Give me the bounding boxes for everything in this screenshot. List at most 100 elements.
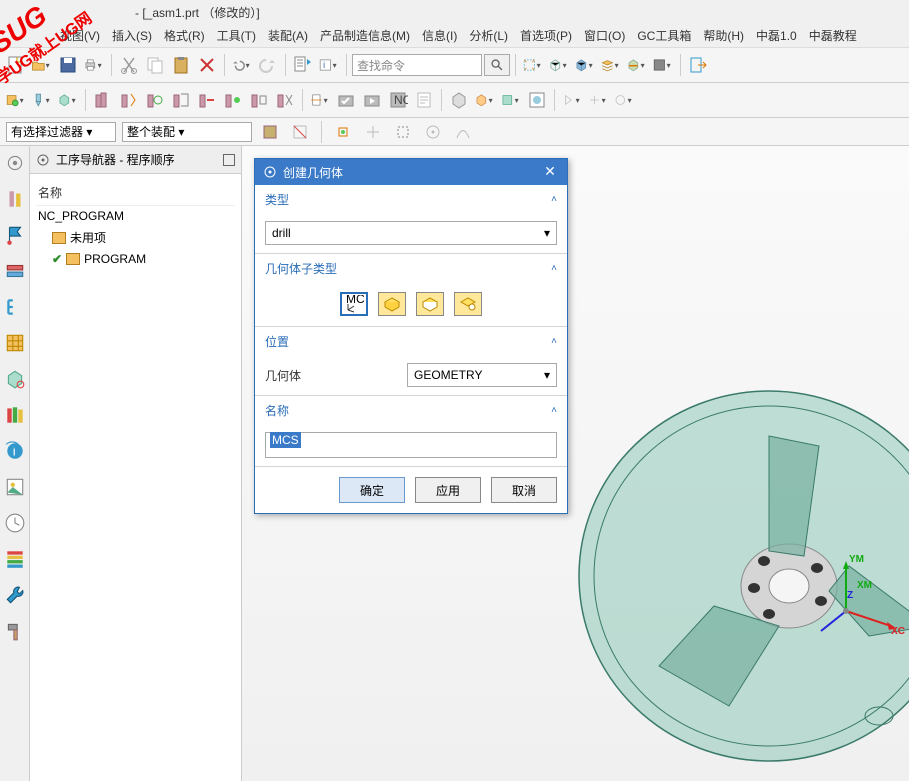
subtype-part[interactable]: [454, 292, 482, 316]
menu-info[interactable]: 信息(I): [422, 27, 457, 44]
tool-icon-a[interactable]: [447, 88, 471, 112]
menu-tools[interactable]: 工具(T): [217, 27, 256, 44]
wireframe-icon[interactable]: ▾: [547, 53, 571, 77]
subtype-mcs[interactable]: MCS: [340, 292, 368, 316]
section-subtype-header[interactable]: 几何体子类型˄: [255, 254, 567, 282]
copy-icon[interactable]: [143, 53, 167, 77]
create-geometry-icon[interactable]: ▾: [56, 88, 80, 112]
layer-icon[interactable]: ▾: [599, 53, 623, 77]
gear-icon[interactable]: [36, 153, 50, 167]
create-program-icon[interactable]: ▾: [4, 88, 28, 112]
background-icon[interactable]: ▾: [651, 53, 675, 77]
save-icon[interactable]: [56, 53, 80, 77]
menu-view[interactable]: 视图(V): [60, 27, 100, 44]
leftbar-grid-icon[interactable]: [4, 332, 26, 354]
menu-window[interactable]: 窗口(O): [584, 27, 625, 44]
command-finder-icon[interactable]: [291, 53, 315, 77]
op-icon-5[interactable]: [195, 88, 219, 112]
filter-type-select[interactable]: 有选择过滤器 ▾: [6, 122, 116, 142]
create-tool-icon[interactable]: ▾: [30, 88, 54, 112]
snap-icon-4[interactable]: [421, 120, 445, 144]
leftbar-hammer-icon[interactable]: [4, 620, 26, 642]
type-select[interactable]: drill▾: [265, 221, 557, 245]
section-name-header[interactable]: 名称˄: [255, 396, 567, 424]
subtype-block[interactable]: [416, 292, 444, 316]
op-icon-4[interactable]: [169, 88, 193, 112]
tool-icon-f[interactable]: ▾: [586, 88, 610, 112]
filter-icon-2[interactable]: [288, 120, 312, 144]
snap-icon-3[interactable]: [391, 120, 415, 144]
leftbar-flag-icon[interactable]: [4, 224, 26, 246]
leftbar-tree-icon[interactable]: [4, 296, 26, 318]
fit-view-icon[interactable]: ▾: [521, 53, 545, 77]
exit-icon[interactable]: [686, 53, 710, 77]
subtype-workpiece[interactable]: [378, 292, 406, 316]
pin-icon[interactable]: [223, 154, 235, 166]
paste-icon[interactable]: [169, 53, 193, 77]
tool-icon-e[interactable]: ▾: [560, 88, 584, 112]
command-search-input[interactable]: 查找命令: [352, 54, 482, 76]
op-icon-1[interactable]: [91, 88, 115, 112]
delete-icon[interactable]: [195, 53, 219, 77]
leftbar-image-icon[interactable]: [4, 476, 26, 498]
op-icon-2[interactable]: [117, 88, 141, 112]
snap-icon-2[interactable]: [361, 120, 385, 144]
tool-icon-d[interactable]: [525, 88, 549, 112]
shaded-icon[interactable]: ▾: [573, 53, 597, 77]
leftbar-wifi-icon[interactable]: i: [4, 440, 26, 462]
cancel-button[interactable]: 取消: [491, 477, 557, 503]
name-input[interactable]: MCS: [265, 432, 557, 458]
menu-assembly[interactable]: 装配(A): [268, 27, 308, 44]
filter-scope-select[interactable]: 整个装配 ▾: [122, 122, 252, 142]
tree-item-unused[interactable]: 未用项: [36, 226, 235, 249]
menu-zltut[interactable]: 中磊教程: [809, 27, 857, 44]
menu-help[interactable]: 帮助(H): [703, 27, 744, 44]
op-icon-8[interactable]: [273, 88, 297, 112]
op-icon-3[interactable]: [143, 88, 167, 112]
filter-icon-1[interactable]: [258, 120, 282, 144]
postprocess-icon[interactable]: NC: [386, 88, 410, 112]
apply-button[interactable]: 应用: [415, 477, 481, 503]
close-icon[interactable]: ✕: [541, 163, 559, 181]
geometry-parent-select[interactable]: GEOMETRY▾: [407, 363, 557, 387]
section-position-header[interactable]: 位置˄: [255, 327, 567, 355]
leftbar-op-icon[interactable]: [4, 188, 26, 210]
undo-icon[interactable]: ▾: [230, 53, 254, 77]
tree-item-program[interactable]: ✔PROGRAM: [36, 249, 235, 269]
clip-icon[interactable]: ▾: [625, 53, 649, 77]
menu-pmi[interactable]: 产品制造信息(M): [320, 27, 410, 44]
leftbar-part-icon[interactable]: [4, 368, 26, 390]
generate-icon[interactable]: ▾: [308, 88, 332, 112]
menu-format[interactable]: 格式(R): [164, 27, 205, 44]
column-header-name[interactable]: 名称: [36, 180, 235, 206]
menu-zl10[interactable]: 中磊1.0: [756, 27, 797, 44]
menu-preferences[interactable]: 首选项(P): [520, 27, 572, 44]
cut-icon[interactable]: [117, 53, 141, 77]
redo-icon[interactable]: [256, 53, 280, 77]
menu-gctoolbox[interactable]: GC工具箱: [637, 27, 691, 44]
shop-doc-icon[interactable]: [412, 88, 436, 112]
info-box-icon[interactable]: i▾: [317, 53, 341, 77]
op-icon-7[interactable]: [247, 88, 271, 112]
menu-insert[interactable]: 插入(S): [112, 27, 152, 44]
new-icon[interactable]: [4, 53, 28, 77]
tool-icon-c[interactable]: ▾: [499, 88, 523, 112]
op-icon-6[interactable]: [221, 88, 245, 112]
leftbar-gear-icon[interactable]: [4, 152, 26, 174]
section-type-header[interactable]: 类型˄: [255, 185, 567, 213]
leftbar-layers-icon[interactable]: [4, 260, 26, 282]
open-icon[interactable]: ▾: [30, 53, 54, 77]
search-button[interactable]: [484, 54, 510, 76]
tool-icon-g[interactable]: ▾: [612, 88, 636, 112]
menu-analysis[interactable]: 分析(L): [469, 27, 508, 44]
dialog-titlebar[interactable]: 创建几何体 ✕: [255, 159, 567, 185]
print-icon[interactable]: ▾: [82, 53, 106, 77]
simulate-icon[interactable]: [360, 88, 384, 112]
leftbar-clock-icon[interactable]: [4, 512, 26, 534]
tree-root[interactable]: NC_PROGRAM: [36, 206, 235, 226]
leftbar-wrench-icon[interactable]: [4, 584, 26, 606]
leftbar-spectrum-icon[interactable]: [4, 548, 26, 570]
leftbar-books-icon[interactable]: [4, 404, 26, 426]
snap-icon-5[interactable]: [451, 120, 475, 144]
tool-icon-b[interactable]: ▾: [473, 88, 497, 112]
